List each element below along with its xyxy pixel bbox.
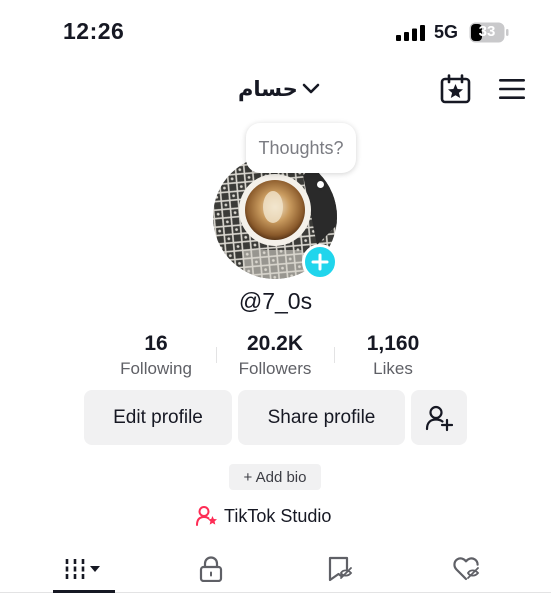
account-switcher[interactable]: حسام [238, 74, 320, 104]
add-friends-button[interactable] [411, 390, 467, 445]
stat-following-label: Following [120, 359, 192, 378]
tiktok-studio-label: TikTok Studio [224, 505, 332, 526]
chevron-down-icon [302, 83, 320, 94]
tab-liked[interactable] [437, 550, 499, 588]
add-story-button[interactable] [302, 244, 338, 280]
thoughts-bubble-tail [317, 181, 324, 188]
creator-star-icon [196, 506, 217, 526]
liked-heart-icon [453, 557, 480, 581]
stat-followers[interactable]: 20.2K Followers [215, 332, 335, 379]
stat-following[interactable]: 16 Following [96, 332, 216, 379]
tab-reposts[interactable] [309, 550, 371, 588]
signal-icon [396, 25, 425, 41]
edit-profile-button[interactable]: Edit profile [84, 390, 232, 445]
tiktok-studio-link[interactable]: TikTok Studio [196, 503, 331, 529]
stat-likes-label: Likes [373, 359, 413, 378]
stat-likes-value: 1,160 [366, 332, 420, 355]
stat-likes[interactable]: 1,160 Likes [333, 332, 453, 379]
thoughts-bubble[interactable]: Thoughts? [246, 123, 356, 173]
tab-private[interactable] [180, 550, 242, 588]
stat-following-value: 16 [144, 332, 168, 355]
profile-handle: @7_0s [238, 288, 313, 314]
lock-icon [199, 556, 223, 582]
network-type: 5G [434, 22, 459, 42]
calendar-star-icon[interactable] [440, 74, 472, 104]
bookmark-icon [328, 556, 353, 582]
grid-icon [65, 559, 100, 579]
battery-level: 33 [478, 23, 496, 40]
share-profile-button[interactable]: Share profile [238, 390, 405, 445]
plus-icon [311, 253, 329, 271]
add-user-icon [425, 405, 453, 431]
add-bio-button[interactable]: + Add bio [229, 464, 321, 490]
tab-videos[interactable] [53, 550, 115, 588]
menu-icon[interactable] [498, 78, 526, 100]
stat-followers-label: Followers [238, 359, 312, 378]
stat-followers-value: 20.2K [246, 332, 304, 355]
tab-active-indicator [53, 590, 115, 593]
battery-icon: 33 [469, 22, 509, 43]
status-time: 12:26 [63, 18, 125, 44]
account-name: حسام [238, 77, 298, 101]
